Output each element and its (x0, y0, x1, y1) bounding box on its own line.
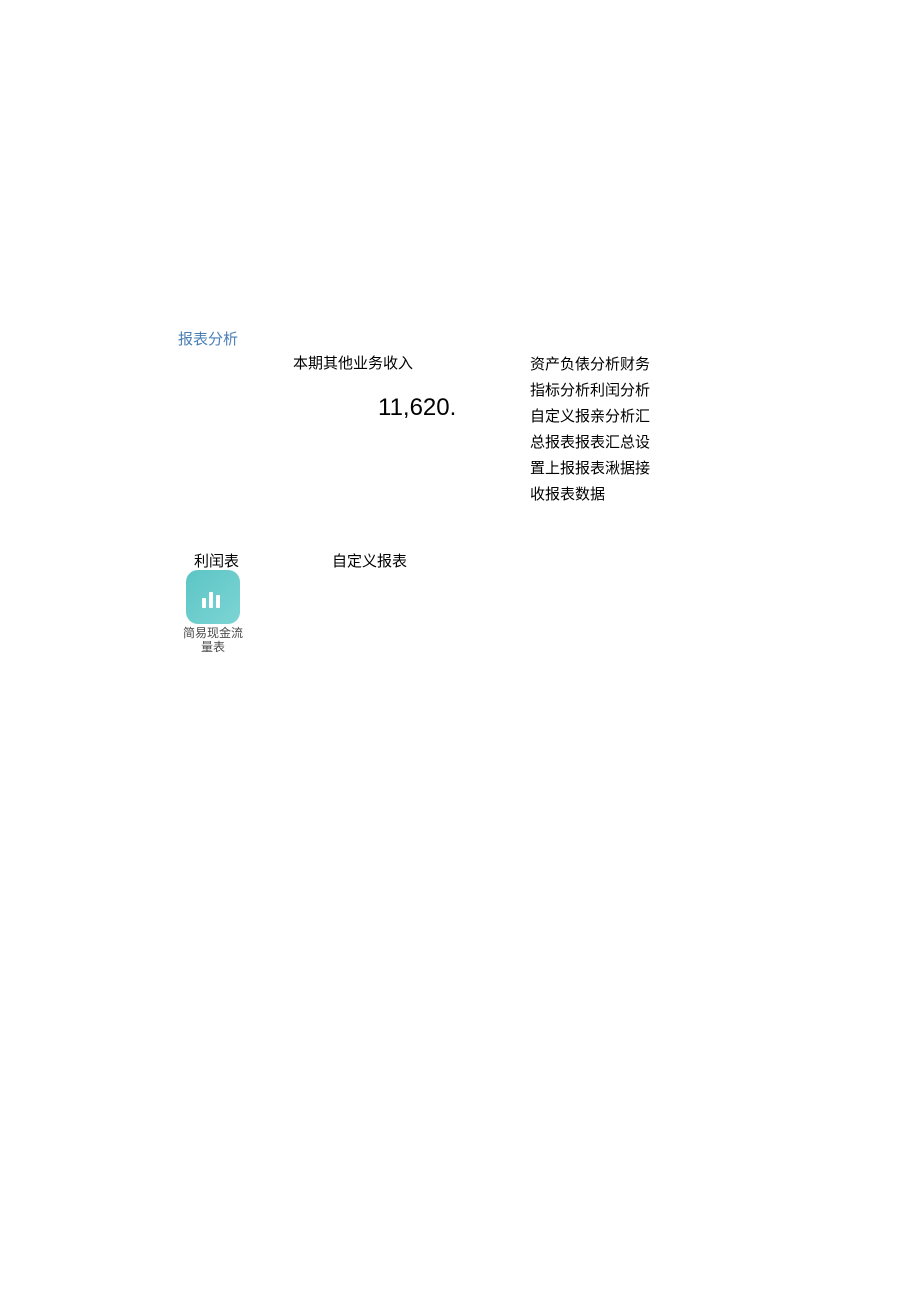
card-caption-cashflow: 简易现金流量表 (178, 626, 248, 654)
bar-chart-icon (198, 582, 228, 612)
cash-flow-icon[interactable] (186, 570, 240, 624)
section-title: 报表分析 (178, 328, 238, 349)
metric-label: 本期其他业务收入 (293, 352, 413, 373)
card-label-profit: 利闰表 (194, 550, 239, 571)
card-label-custom: 自定义报表 (332, 550, 407, 571)
sidebar-menu-text: 资产负俵分析财务指标分析利闰分析自定义报亲分析汇总报表报表汇总设置上报报表湫据接… (530, 352, 655, 508)
metric-value: 11,620. (378, 394, 456, 422)
